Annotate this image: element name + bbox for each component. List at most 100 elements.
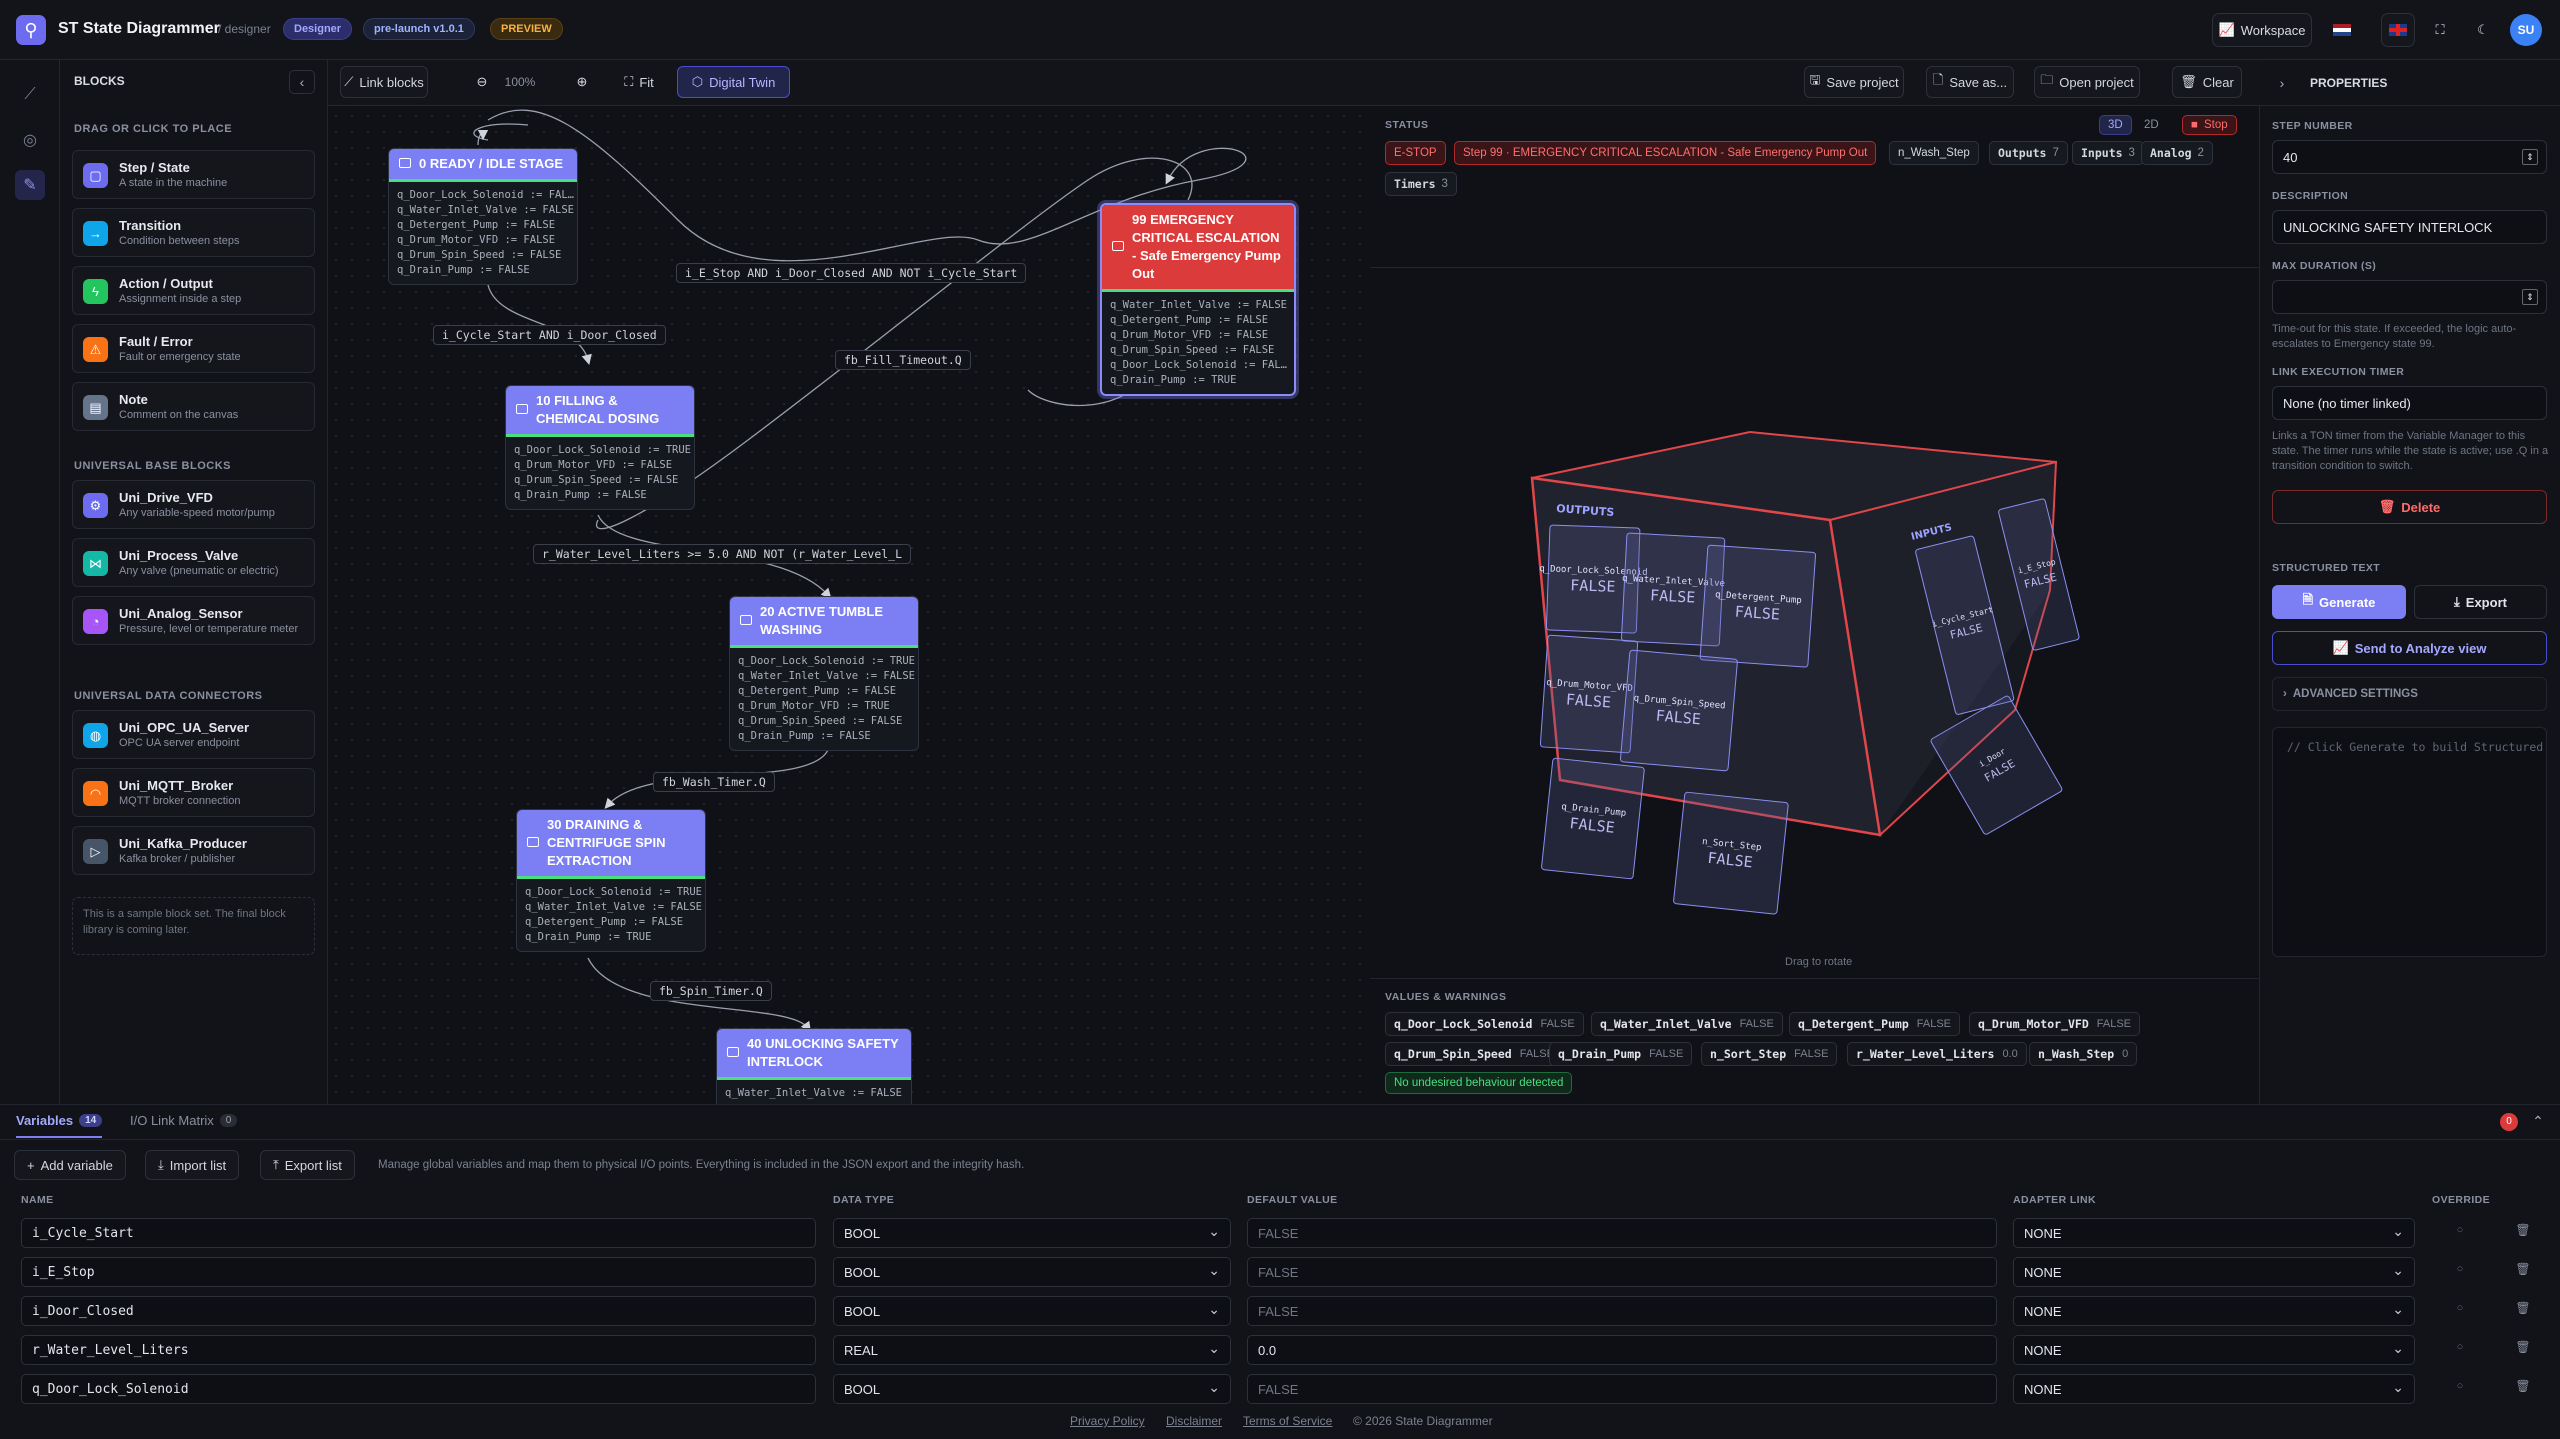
view-3d-toggle[interactable]: 3D (2099, 115, 2132, 135)
block-uni-process-valve[interactable]: ⋈ Uni_Process_Valve Any valve (pneumatic o… (72, 538, 315, 587)
app-logo-icon[interactable]: ⚲ (16, 15, 46, 45)
delete-row-icon[interactable]: 🗑 (2512, 1379, 2534, 1399)
compass-icon[interactable]: ◎ (15, 125, 45, 155)
export-list-button[interactable]: ⤒ Export list (260, 1150, 355, 1180)
state-node-header[interactable]: 30 DRAINING & CENTRIFUGE SPIN EXTRACTION (517, 810, 705, 879)
adapter-link-select[interactable]: NONE (2013, 1257, 2415, 1287)
variable-name-input[interactable]: i_Door_Closed (21, 1296, 816, 1326)
state-node[interactable]: 10 FILLING & CHEMICAL DOSING q_Door_Lock_… (505, 385, 695, 510)
block-uni-opc-ua-server[interactable]: ◍ Uni_OPC_UA_Server OPC UA server endpoint (72, 710, 315, 759)
terms-link[interactable]: Terms of Service (1243, 1414, 1332, 1428)
stop-button[interactable]: ■ Stop (2182, 115, 2237, 135)
adapter-link-select[interactable]: NONE (2013, 1218, 2415, 1248)
step-number-input[interactable]: 40 ⇕ (2272, 140, 2547, 174)
state-node-header[interactable]: 10 FILLING & CHEMICAL DOSING (506, 386, 694, 437)
state-node[interactable]: 30 DRAINING & CENTRIFUGE SPIN EXTRACTION… (516, 809, 706, 952)
block-action-output[interactable]: ϟ Action / Output Assignment inside a step (72, 266, 315, 315)
block-transition[interactable]: → Transition Condition between steps (72, 208, 315, 257)
override-toggle-icon[interactable]: ○ (2447, 1380, 2473, 1400)
state-node[interactable]: 20 ACTIVE TUMBLE WASHING q_Door_Lock_Sole… (729, 596, 919, 751)
tab-variables[interactable]: Variables 14 (16, 1113, 103, 1128)
variable-name-input[interactable]: q_Door_Lock_Solenoid (21, 1374, 816, 1404)
flag-nl-button[interactable] (2327, 13, 2357, 47)
state-node-header[interactable]: 40 UNLOCKING SAFETY INTERLOCK (717, 1029, 911, 1080)
variable-name-input[interactable]: r_Water_Level_Liters (21, 1335, 816, 1365)
theme-toggle-icon[interactable]: ☾ (2466, 13, 2500, 47)
data-type-select[interactable]: BOOL (833, 1374, 1231, 1404)
adapter-link-select[interactable]: NONE (2013, 1335, 2415, 1365)
override-toggle-icon[interactable]: ○ (2447, 1302, 2473, 1322)
spinner-icon[interactable]: ⇕ (2522, 149, 2538, 165)
view-2d-toggle[interactable]: 2D (2136, 115, 2167, 135)
collapse-blocks-icon[interactable]: ‹ (289, 70, 315, 94)
state-node[interactable]: 99 EMERGENCY CRITICAL ESCALATION - Safe … (1100, 203, 1296, 396)
variable-name-input[interactable]: i_E_Stop (21, 1257, 816, 1287)
collapse-panel-icon[interactable]: ⌃ (2528, 1111, 2548, 1131)
block-note[interactable]: ▤ Note Comment on the canvas (72, 382, 315, 431)
collapse-props-icon[interactable]: › (2270, 71, 2294, 95)
data-type-select[interactable]: BOOL (833, 1296, 1231, 1326)
max-duration-input[interactable]: ⇕ (2272, 280, 2547, 314)
block-uni-mqtt-broker[interactable]: ◠ Uni_MQTT_Broker MQTT broker connection (72, 768, 315, 817)
data-type-select[interactable]: BOOL (833, 1257, 1231, 1287)
fullscreen-icon[interactable]: ⛶ (2423, 13, 2457, 47)
diagram-canvas[interactable]: ⟋ Link blocks ⊖ 100% ⊕ ⛶ Fit ⬡ Digital Twin… (328, 60, 1370, 1104)
privacy-link[interactable]: Privacy Policy (1070, 1414, 1145, 1428)
state-node-header[interactable]: 99 EMERGENCY CRITICAL ESCALATION - Safe … (1102, 205, 1294, 292)
state-node-header[interactable]: 0 READY / IDLE STAGE (389, 149, 577, 182)
default-value-input[interactable]: FALSE (1247, 1374, 1997, 1404)
transition-label[interactable]: i_Cycle_Start AND i_Door_Closed (433, 325, 666, 345)
state-node[interactable]: 40 UNLOCKING SAFETY INTERLOCK q_Water_Inl… (716, 1028, 912, 1104)
data-type-select[interactable]: BOOL (833, 1218, 1231, 1248)
variable-name-input[interactable]: i_Cycle_Start (21, 1218, 816, 1248)
save-project-button[interactable]: 🖫 Save project (1804, 66, 1904, 98)
avatar[interactable]: SU (2510, 14, 2542, 46)
delete-row-icon[interactable]: 🗑 (2512, 1223, 2534, 1243)
transition-label[interactable]: fb_Spin_Timer.Q (650, 981, 772, 1001)
twin-cube[interactable]: OUTPUTS INPUTS q_Door_Lock_SolenoidFALSE… (1520, 360, 2080, 960)
delete-row-icon[interactable]: 🗑 (2512, 1301, 2534, 1321)
designer-pen-icon[interactable]: ✎ (15, 170, 45, 200)
export-button[interactable]: ⤓ Export (2414, 585, 2547, 619)
spinner-icon[interactable]: ⇕ (2522, 289, 2538, 305)
default-value-input[interactable]: 0.0 (1247, 1335, 1997, 1365)
delete-row-icon[interactable]: 🗑 (2512, 1340, 2534, 1360)
generate-button[interactable]: 🗎 Generate (2272, 585, 2406, 619)
flag-uk-button[interactable] (2381, 13, 2415, 47)
workspace-button[interactable]: 📈 Workspace (2212, 13, 2312, 47)
structured-text-editor[interactable]: // Click Generate to build Structured Te… (2272, 727, 2547, 957)
disclaimer-link[interactable]: Disclaimer (1166, 1414, 1222, 1428)
delete-row-icon[interactable]: 🗑 (2512, 1262, 2534, 1282)
block-fault-error[interactable]: ⚠ Fault / Error Fault or emergency state (72, 324, 315, 373)
state-node[interactable]: 0 READY / IDLE STAGE q_Door_Lock_Solenoid… (388, 148, 578, 285)
override-toggle-icon[interactable]: ○ (2447, 1263, 2473, 1283)
state-node-header[interactable]: 20 ACTIVE TUMBLE WASHING (730, 597, 918, 648)
override-toggle-icon[interactable]: ○ (2447, 1341, 2473, 1361)
data-type-select[interactable]: REAL (833, 1335, 1231, 1365)
override-toggle-icon[interactable]: ○ (2447, 1224, 2473, 1244)
description-input[interactable]: UNLOCKING SAFETY INTERLOCK (2272, 210, 2547, 244)
delete-button[interactable]: 🗑 Delete (2272, 490, 2547, 524)
tab-io-matrix[interactable]: I/O Link Matrix 0 (130, 1113, 238, 1128)
advanced-settings-toggle[interactable]: › ADVANCED SETTINGS (2272, 677, 2547, 711)
block-uni-kafka-producer[interactable]: ▷ Uni_Kafka_Producer Kafka broker / publis… (72, 826, 315, 875)
import-list-button[interactable]: ⤓ Import list (145, 1150, 240, 1180)
analytics-icon[interactable]: ⟋ (15, 80, 45, 110)
transition-label[interactable]: i_E_Stop AND i_Door_Closed AND NOT i_Cyc… (676, 263, 1027, 283)
timer-select[interactable]: None (no timer linked) (2272, 386, 2547, 420)
adapter-link-select[interactable]: NONE (2013, 1374, 2415, 1404)
open-project-button[interactable]: 🗀 Open project (2034, 66, 2140, 98)
transition-label[interactable]: r_Water_Level_Liters >= 5.0 AND NOT (r_W… (533, 544, 912, 564)
clear-button[interactable]: 🗑 Clear (2172, 66, 2242, 98)
default-value-input[interactable]: FALSE (1247, 1218, 1997, 1248)
default-value-input[interactable]: FALSE (1247, 1257, 1997, 1287)
default-value-input[interactable]: FALSE (1247, 1296, 1997, 1326)
save-as-button[interactable]: 🗋 Save as... (1926, 66, 2014, 98)
transition-label[interactable]: fb_Wash_Timer.Q (653, 772, 775, 792)
add-variable-button[interactable]: + Add variable (14, 1150, 126, 1180)
block-uni-analog-sensor[interactable]: ◔ Uni_Analog_Sensor Pressure, level or tem… (72, 596, 315, 645)
block-step-state[interactable]: ▢ Step / State A state in the machine (72, 150, 315, 199)
transition-label[interactable]: fb_Fill_Timeout.Q (835, 350, 971, 370)
adapter-link-select[interactable]: NONE (2013, 1296, 2415, 1326)
block-uni-drive-vfd[interactable]: ⚙ Uni_Drive_VFD Any variable-speed motor/p… (72, 480, 315, 529)
